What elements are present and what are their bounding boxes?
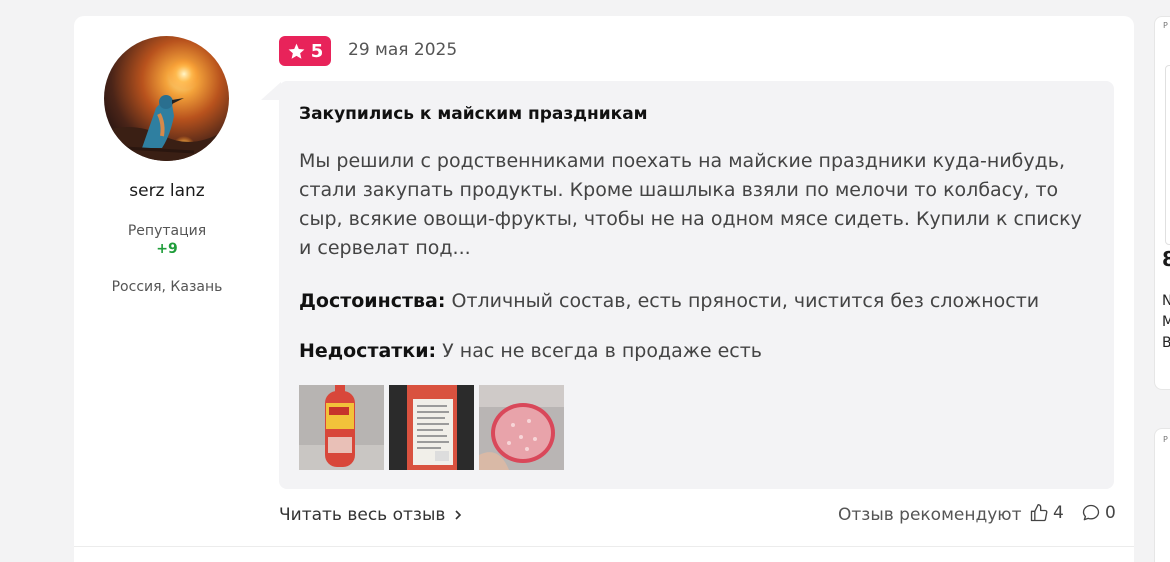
avatar[interactable] <box>104 36 229 161</box>
pros-text: Отличный состав, есть пряности, чистится… <box>445 290 1040 312</box>
review-body: Мы решили с родственниками поехать на ма… <box>299 150 1082 259</box>
review-title[interactable]: Закупились к майским праздникам <box>299 104 648 124</box>
side-card-line: B <box>1162 335 1170 351</box>
side-card-line: M <box>1162 314 1170 330</box>
likes-count: 4 <box>1053 503 1064 523</box>
like-button[interactable]: 4 <box>1029 503 1064 523</box>
review-photo[interactable] <box>389 385 474 470</box>
reputation-value: +9 <box>156 241 178 257</box>
side-card-number: 8 <box>1162 247 1170 271</box>
chevron-right-icon <box>455 510 462 520</box>
side-card-thumbnail[interactable] <box>1165 65 1170 245</box>
side-card-line: N <box>1162 293 1170 309</box>
side-card[interactable]: P 8 N M B <box>1154 16 1170 390</box>
read-more-link[interactable]: Читать весь отзыв <box>279 505 463 525</box>
review-pros: Достоинства: Отличный состав, есть пряно… <box>299 290 1039 312</box>
comment-icon <box>1082 504 1100 521</box>
review-photos <box>299 385 564 470</box>
reputation-label: Репутация <box>127 223 207 239</box>
bubble-tail <box>261 82 281 100</box>
side-card-label: P <box>1163 21 1168 30</box>
review-photo[interactable] <box>479 385 564 470</box>
star-icon <box>288 43 305 59</box>
review-photo[interactable] <box>299 385 384 470</box>
comments-button[interactable]: 0 <box>1081 503 1116 523</box>
rating-value: 5 <box>310 40 324 62</box>
comments-count: 0 <box>1105 503 1116 523</box>
side-card-2[interactable]: P <box>1154 428 1170 562</box>
author-location: Россия, Казань <box>111 279 223 295</box>
cons-text: У нас не всегда в продаже есть <box>436 340 762 362</box>
pros-label: Достоинства: <box>299 290 446 312</box>
recommend-label: Отзыв рекомендуют <box>838 505 1022 525</box>
read-more-label: Читать весь отзыв <box>279 505 446 525</box>
rating-badge: 5 <box>279 36 331 66</box>
side-card-2-label: P <box>1163 435 1168 444</box>
card-divider <box>74 546 1134 547</box>
cons-label: Недостатки: <box>299 340 437 362</box>
author-name[interactable]: serz lanz <box>74 181 260 201</box>
review-date: 29 мая 2025 <box>348 40 458 60</box>
review-cons: Недостатки: У нас не всегда в продаже ес… <box>299 340 762 362</box>
thumbs-up-icon <box>1030 504 1048 522</box>
